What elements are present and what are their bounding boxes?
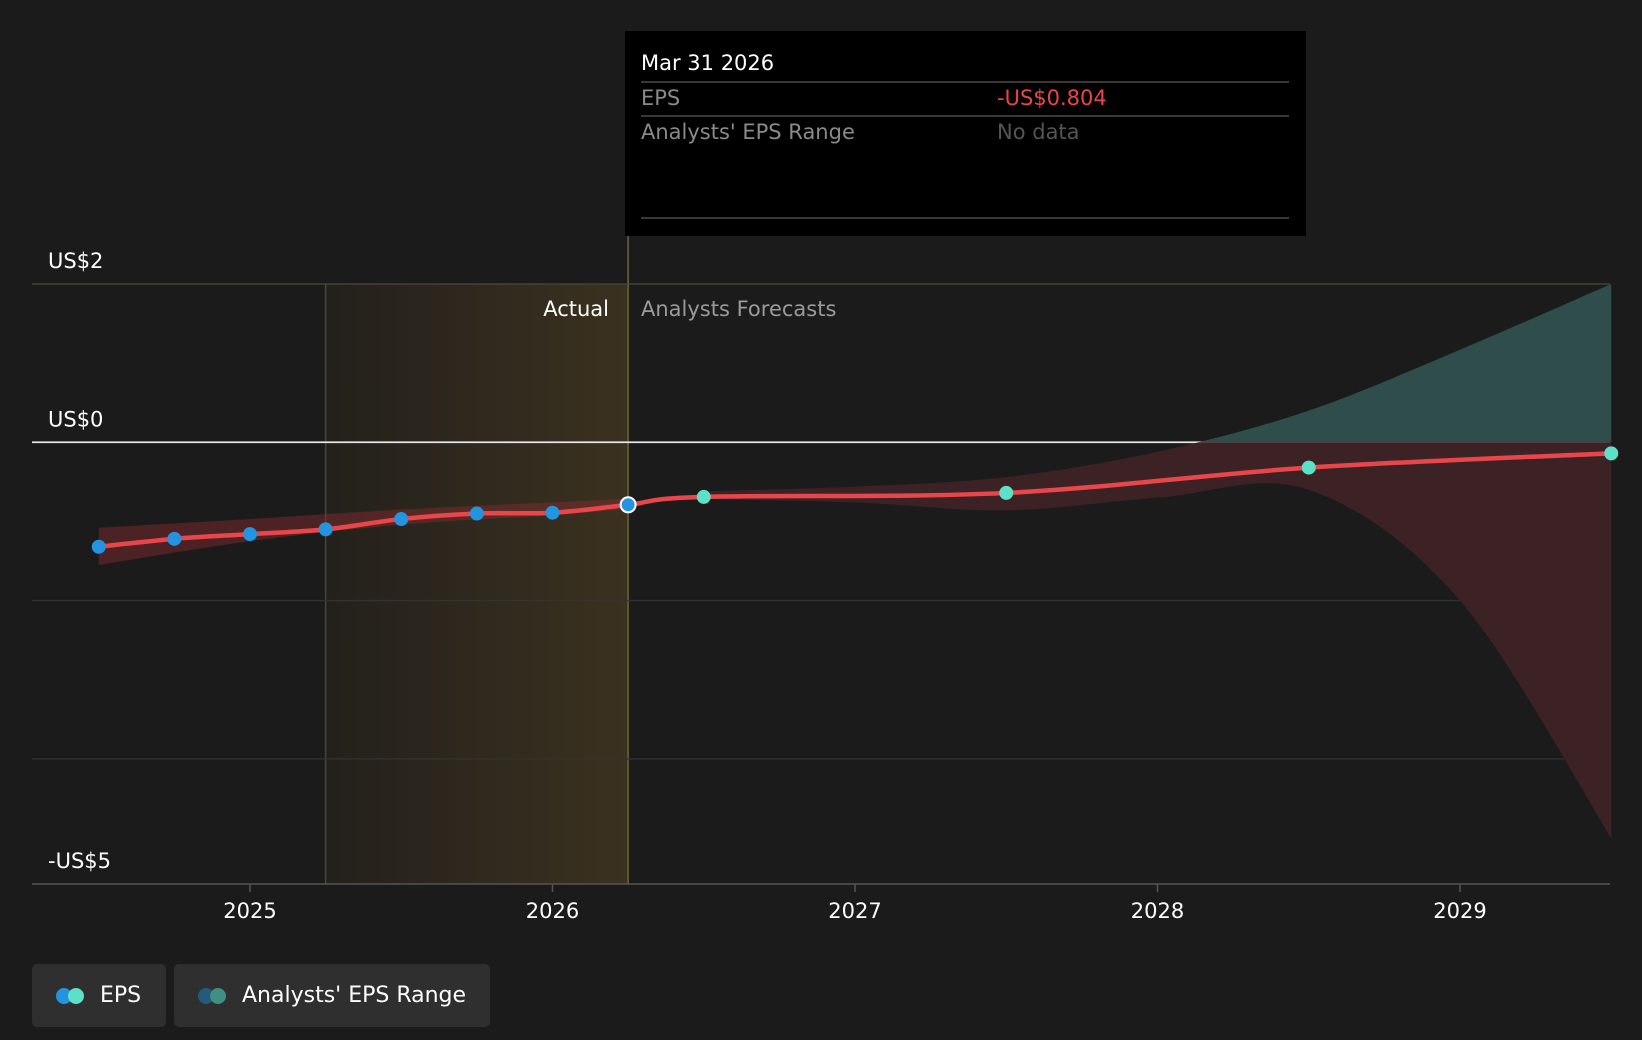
x-tick-label: 2028 bbox=[1131, 899, 1184, 923]
x-tick-label: 2029 bbox=[1433, 899, 1486, 923]
x-tick-label: 2025 bbox=[223, 899, 276, 923]
tooltip: Mar 31 2026 EPS -US$0.804 Analysts' EPS … bbox=[625, 31, 1306, 236]
tooltip-date: Mar 31 2026 bbox=[641, 51, 774, 75]
tooltip-range-value: No data bbox=[997, 120, 1080, 144]
eps-actual-point bbox=[469, 506, 484, 521]
eps-actual-point bbox=[243, 527, 257, 542]
eps-actual-point bbox=[318, 522, 333, 537]
forecasts-label: Analysts Forecasts bbox=[641, 297, 836, 321]
range-legend-icon bbox=[198, 987, 232, 1005]
eps-forecast-point bbox=[1301, 460, 1316, 475]
eps-actual-point bbox=[91, 539, 106, 554]
tooltip-range-label: Analysts' EPS Range bbox=[641, 120, 855, 144]
eps-forecast-point bbox=[999, 485, 1014, 500]
eps-actual-point bbox=[394, 512, 409, 527]
tooltip-eps-label: EPS bbox=[641, 86, 680, 110]
legend-range-label: Analysts' EPS Range bbox=[242, 983, 467, 1008]
actual-region bbox=[325, 284, 629, 884]
eps-actual-point bbox=[545, 505, 560, 520]
eps-actual-point bbox=[167, 531, 182, 546]
y-tick-label: US$0 bbox=[48, 407, 103, 431]
eps-legend-icon bbox=[56, 987, 90, 1005]
tooltip-eps-value: -US$0.804 bbox=[997, 86, 1107, 110]
y-tick-label: -US$5 bbox=[48, 849, 111, 873]
legend-range-button[interactable]: Analysts' EPS Range bbox=[174, 964, 490, 1027]
x-tick-label: 2027 bbox=[828, 899, 881, 923]
actual-label: Actual bbox=[543, 297, 609, 321]
highlighted-eps-point bbox=[619, 496, 637, 514]
eps-forecast-point bbox=[696, 489, 711, 504]
legend-eps-label: EPS bbox=[100, 983, 142, 1008]
y-tick-label: US$2 bbox=[48, 249, 103, 273]
eps-chart: US$2 US$0 -US$5 2025 2026 2027 2028 2029 Actua… bbox=[32, 31, 1619, 923]
eps-forecast-point bbox=[1604, 446, 1619, 461]
legend-eps-button[interactable]: EPS bbox=[32, 964, 166, 1027]
x-tick-label: 2026 bbox=[526, 899, 579, 923]
